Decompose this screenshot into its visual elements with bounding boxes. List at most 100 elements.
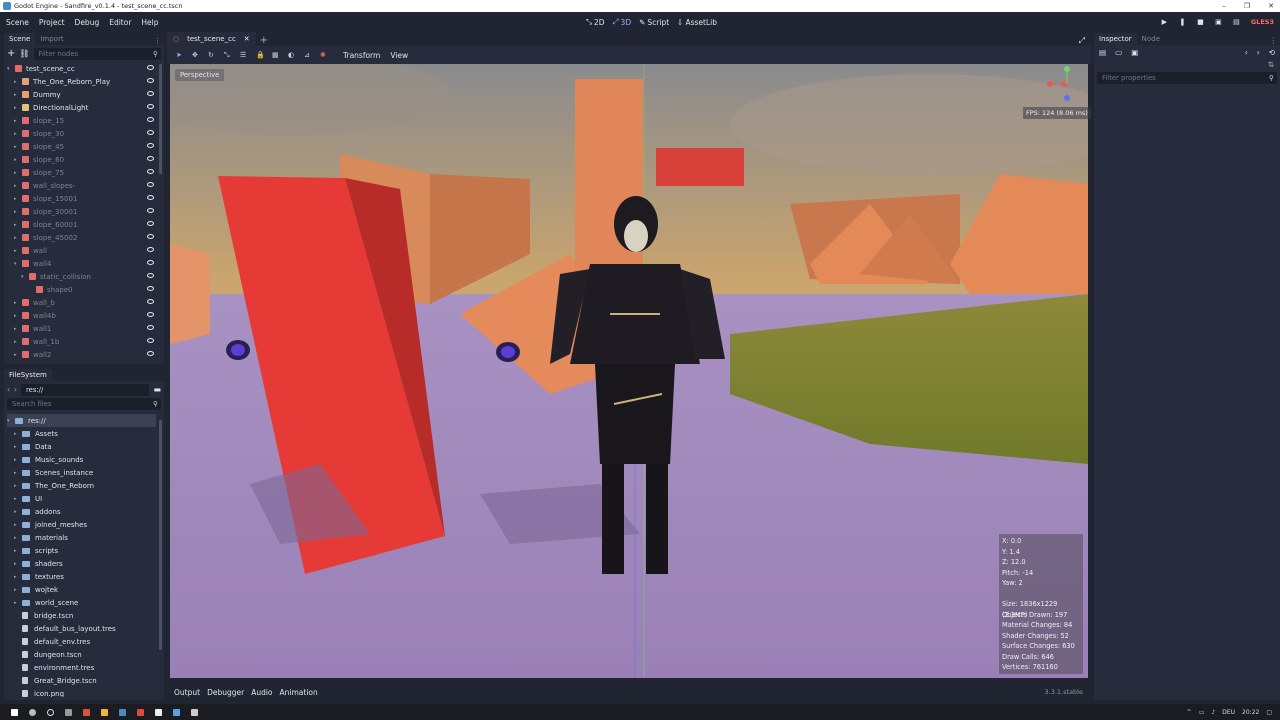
close-tab-icon[interactable]: ✕ (244, 35, 250, 43)
tab-output[interactable]: Output (174, 688, 200, 697)
fs-folder[interactable]: ▸ scripts (14, 544, 164, 557)
fs-file[interactable]: bridge.tscn (14, 609, 164, 622)
dock-menu-icon[interactable]: ⋮ (154, 37, 161, 45)
menu-help[interactable]: Help (137, 18, 162, 27)
visibility-eye-icon[interactable] (147, 78, 154, 83)
workspace-2d-button[interactable]: ⤡ 2D (586, 17, 605, 27)
scene-node[interactable]: ▸ wall_b (7, 296, 164, 309)
visibility-eye-icon[interactable] (147, 299, 154, 304)
expand-icon[interactable]: ▸ (14, 600, 22, 606)
fs-folder[interactable]: ▸ world_scene (14, 596, 164, 609)
tab-scene[interactable]: Scene (4, 33, 36, 45)
expand-icon[interactable]: ▸ (14, 313, 22, 319)
start-icon[interactable] (11, 708, 18, 716)
move-tool-icon[interactable]: ✥ (192, 51, 199, 59)
explorer-icon[interactable] (101, 708, 108, 716)
visibility-eye-icon[interactable] (147, 130, 154, 135)
fs-file[interactable]: default_env.tres (14, 635, 164, 648)
clock[interactable]: 20:22 (1242, 709, 1259, 716)
split-view-icon[interactable]: ▬ (153, 385, 161, 394)
fs-file[interactable]: dungeon.tscn (14, 648, 164, 661)
expand-icon[interactable]: ▸ (14, 352, 22, 358)
visibility-eye-icon[interactable] (147, 312, 154, 317)
history-icon[interactable]: ⟲ (1269, 48, 1275, 57)
visibility-eye-icon[interactable] (147, 221, 154, 226)
expand-icon[interactable]: ▸ (14, 131, 22, 137)
visibility-eye-icon[interactable] (147, 169, 154, 174)
visibility-eye-icon[interactable] (147, 208, 154, 213)
expand-icon[interactable]: ▸ (14, 170, 22, 176)
expand-icon[interactable]: ▾ (21, 274, 29, 280)
scene-node[interactable]: ▸ slope_60001 (7, 218, 164, 231)
new-resource-icon[interactable]: ▤ (1099, 48, 1106, 57)
expand-icon[interactable]: ▸ (14, 183, 22, 189)
scene-node[interactable]: shape0 (7, 283, 164, 296)
fs-file[interactable]: environment.tres (14, 661, 164, 674)
fs-file[interactable]: Great_Bridge.tscn (14, 674, 164, 687)
save-resource-icon[interactable]: ▣ (1131, 48, 1138, 57)
expand-icon[interactable]: ▸ (14, 522, 22, 528)
scene-node[interactable]: ▾ test_scene_cc (7, 62, 164, 75)
visibility-eye-icon[interactable] (147, 247, 154, 252)
fs-folder[interactable]: ▸ UI (14, 492, 164, 505)
tab-node[interactable]: Node (1137, 33, 1165, 45)
scene-node[interactable]: ▸ slope_45002 (7, 231, 164, 244)
visibility-eye-icon[interactable] (147, 156, 154, 161)
expand-icon[interactable]: ▸ (14, 561, 22, 567)
fs-folder[interactable]: ▸ joined_meshes (14, 518, 164, 531)
visibility-eye-icon[interactable] (147, 65, 154, 70)
menu-project[interactable]: Project (35, 18, 69, 27)
view-menu[interactable]: View (390, 51, 408, 60)
scene-node[interactable]: ▸ wall1 (7, 322, 164, 335)
filesystem-scrollbar[interactable] (159, 420, 162, 650)
visibility-eye-icon[interactable] (147, 143, 154, 148)
network-icon[interactable]: ▭ (1199, 709, 1205, 716)
scene-node[interactable]: ▾ static_collision (7, 270, 164, 283)
expand-icon[interactable]: ▸ (14, 209, 22, 215)
path-field[interactable]: res:// (21, 383, 150, 396)
lock-icon[interactable]: 🔒 (256, 51, 265, 59)
add-node-icon[interactable]: + (7, 48, 15, 59)
scene-node[interactable]: ▸ wall2 (7, 348, 164, 361)
expand-icon[interactable]: ▸ (14, 300, 22, 306)
expand-icon[interactable]: ▸ (14, 118, 22, 124)
expand-icon[interactable]: ▸ (14, 509, 22, 515)
local-space-icon[interactable]: ◐ (288, 51, 295, 59)
fs-folder[interactable]: ▸ Data (14, 440, 164, 453)
scene-node[interactable]: ▸ The_One_Reborn_Play (7, 75, 164, 88)
visibility-eye-icon[interactable] (147, 104, 154, 109)
expand-icon[interactable]: ▸ (14, 196, 22, 202)
expand-icon[interactable]: ▸ (14, 222, 22, 228)
fs-root[interactable]: ▾ res:// (7, 414, 156, 427)
fs-folder[interactable]: ▸ wojtek (14, 583, 164, 596)
menu-editor[interactable]: Editor (105, 18, 135, 27)
scene-node[interactable]: ▸ slope_45 (7, 140, 164, 153)
perspective-menu[interactable]: Perspective (175, 69, 225, 81)
expand-icon[interactable]: ▸ (14, 79, 22, 85)
expand-icon[interactable]: ▸ (14, 157, 22, 163)
expand-icon[interactable]: ▸ (14, 105, 22, 111)
expand-icon[interactable]: ▸ (14, 587, 22, 593)
object-tools-icon[interactable]: ⇅ (1094, 60, 1280, 72)
stop-icon[interactable]: ■ (1197, 18, 1204, 26)
visibility-eye-icon[interactable] (147, 182, 154, 187)
camera-preview-icon[interactable]: ✺ (320, 51, 327, 59)
play-scene-icon[interactable]: ▣ (1215, 18, 1222, 26)
scene-node[interactable]: ▸ slope_30 (7, 127, 164, 140)
minimize-button[interactable]: – (1222, 0, 1226, 12)
tray-chevron-icon[interactable]: ^ (1187, 709, 1192, 716)
select-tool-icon[interactable]: ➤ (176, 51, 183, 59)
scene-node[interactable]: ▸ slope_60 (7, 153, 164, 166)
expand-icon[interactable]: ▸ (14, 444, 22, 450)
fs-file[interactable]: default_bus_layout.tres (14, 622, 164, 635)
visibility-eye-icon[interactable] (147, 273, 154, 278)
workspace-3d-button[interactable]: ⤢ 3D (613, 17, 632, 27)
expand-icon[interactable]: ▸ (14, 248, 22, 254)
scene-node[interactable]: ▸ wall (7, 244, 164, 257)
dock-menu-icon[interactable]: ⋮ (1270, 36, 1278, 45)
scene-node[interactable]: ▾ wall4 (7, 257, 164, 270)
tab-filesystem[interactable]: FileSystem (4, 369, 52, 381)
menu-scene[interactable]: Scene (2, 18, 33, 27)
rotate-tool-icon[interactable]: ↻ (208, 51, 215, 59)
group-icon[interactable]: ▦ (272, 51, 279, 59)
